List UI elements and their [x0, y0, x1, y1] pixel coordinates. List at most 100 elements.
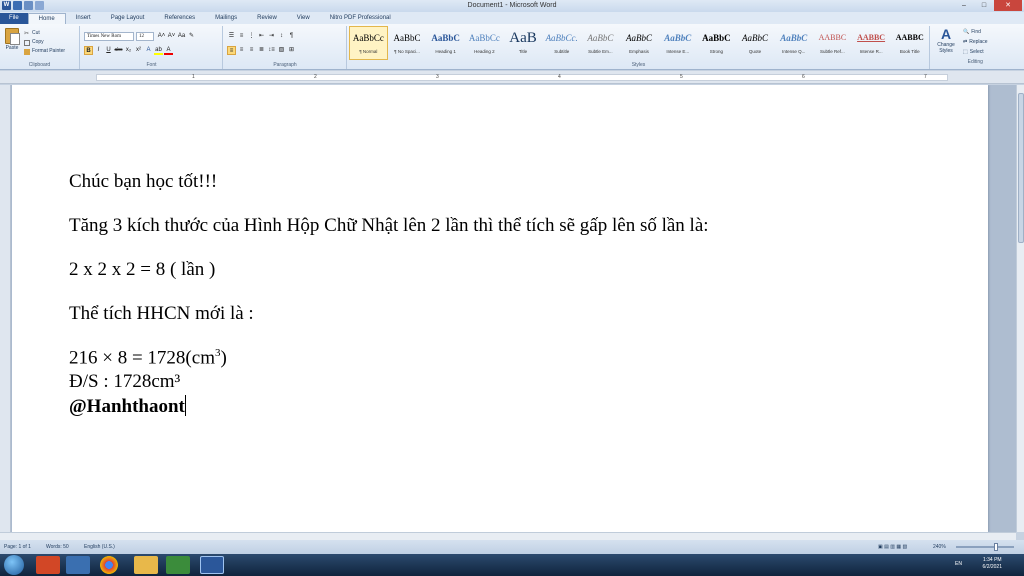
start-button[interactable]	[4, 555, 24, 575]
replace-icon: ⇄	[963, 39, 968, 45]
subscript-button[interactable]: x₂	[124, 46, 133, 55]
doc-line-calc[interactable]: 2 x 2 x 2 = 8 ( lần )	[69, 259, 215, 281]
font-size-box[interactable]: 12	[136, 32, 154, 41]
style-emphasis[interactable]: AaBbC Emphasis	[620, 26, 659, 60]
bold-button[interactable]: B	[84, 46, 93, 55]
tab-nitro-pdf[interactable]: Nitro PDF Professional	[320, 13, 401, 24]
font-color-icon[interactable]: A	[164, 46, 173, 55]
replace-button[interactable]: ⇄ Replace	[963, 37, 988, 47]
vertical-scrollbar[interactable]	[1016, 85, 1024, 532]
tab-mailings[interactable]: Mailings	[205, 13, 247, 24]
align-right-icon[interactable]: ≡	[247, 46, 256, 55]
maximize-button[interactable]: □	[974, 0, 994, 11]
chrome-taskbar-icon[interactable]	[100, 556, 118, 574]
format-painter-button[interactable]: Format Painter	[24, 47, 65, 56]
italic-button[interactable]: I	[94, 46, 103, 55]
paragraph-group: ☰ ≡ ⋮ ⇤ ⇥ ↕ ¶ ≡ ≡ ≡ ≣ ↕≡ ▧ ⊞ Paragraph	[224, 26, 347, 69]
cut-button[interactable]: ✂ Cut	[24, 29, 65, 38]
status-bar: Page: 1 of 1 Words: 50 English (U.S.) ▣ …	[0, 540, 1024, 554]
style-title[interactable]: AaB Title	[504, 26, 543, 60]
sort-icon[interactable]: ↕	[277, 32, 286, 41]
minimize-button[interactable]: –	[954, 0, 974, 11]
tab-insert[interactable]: Insert	[66, 13, 101, 24]
shading-icon[interactable]: ▧	[277, 46, 286, 55]
word-taskbar-icon[interactable]	[200, 556, 224, 574]
close-button[interactable]: ✕	[994, 0, 1022, 11]
bullets-icon[interactable]: ☰	[227, 32, 236, 41]
superscript-button[interactable]: x²	[134, 46, 143, 55]
tab-home[interactable]: Home	[27, 13, 66, 24]
explorer-taskbar-icon[interactable]	[134, 556, 158, 574]
horizontal-scrollbar[interactable]	[0, 532, 1016, 540]
paste-button[interactable]: Paste	[3, 28, 21, 56]
clear-format-icon[interactable]: ✎	[187, 32, 196, 41]
tab-page-layout[interactable]: Page Layout	[101, 13, 155, 24]
style-heading-1[interactable]: AaBbC Heading 1	[426, 26, 465, 60]
taskbar-clock[interactable]: 1:34 PM 6/2/2021	[983, 557, 1002, 571]
style-intense-emphasis[interactable]: AaBbC Intense E...	[658, 26, 697, 60]
select-button[interactable]: ⬚ Select	[963, 47, 988, 57]
text-effects-icon[interactable]: A	[144, 46, 153, 55]
language-tray[interactable]: EN	[955, 561, 962, 567]
doc-line-greeting[interactable]: Chúc bạn học tốt!!!	[69, 171, 217, 193]
document-area: Chúc bạn học tốt!!! Tăng 3 kích thước củ…	[0, 85, 1016, 532]
highlight-icon[interactable]: ab	[154, 46, 163, 55]
increase-indent-icon[interactable]: ⇥	[267, 32, 276, 41]
game-taskbar-icon[interactable]	[166, 556, 190, 574]
vertical-ruler[interactable]	[0, 85, 11, 532]
zoom-slider[interactable]	[956, 543, 1014, 551]
clipboard-icon	[5, 28, 20, 45]
show-marks-icon[interactable]: ¶	[287, 32, 296, 41]
document-page[interactable]: Chúc bạn học tốt!!! Tăng 3 kích thước củ…	[12, 85, 988, 532]
decrease-indent-icon[interactable]: ⇤	[257, 32, 266, 41]
style-no-spacing[interactable]: AaBbC ¶ No Spaci...	[388, 26, 427, 60]
zoom-slider-knob[interactable]	[994, 543, 998, 551]
style-subtle-reference[interactable]: AABBC Subtle Ref...	[813, 26, 852, 60]
align-center-icon[interactable]: ≡	[237, 46, 246, 55]
doc-line-signature[interactable]: @Hanhthaont	[69, 395, 186, 418]
strikethrough-button[interactable]: abc	[114, 46, 123, 55]
scrollbar-thumb[interactable]	[1018, 93, 1024, 243]
style-intense-reference[interactable]: AABBC Intense R...	[852, 26, 891, 60]
style-normal[interactable]: AaBbCc ¶ Normal	[349, 26, 388, 60]
multilevel-list-icon[interactable]: ⋮	[247, 32, 256, 41]
style-quote[interactable]: AaBbC Quote	[736, 26, 775, 60]
doc-line-volume-calc[interactable]: 216 × 8 = 1728(cm3)	[69, 347, 227, 369]
tab-view[interactable]: View	[287, 13, 320, 24]
tab-file[interactable]: File	[0, 13, 28, 24]
view-buttons[interactable]: ▣ ▤ ▥ ▦ ▧	[878, 544, 907, 550]
doc-line-problem[interactable]: Tăng 3 kích thước của Hình Hộp Chữ Nhật …	[69, 215, 709, 237]
doc-line-answer[interactable]: Đ/S : 1728cm³	[69, 371, 180, 393]
change-case-icon[interactable]: Aa	[177, 32, 186, 41]
style-subtitle[interactable]: AaBbCc. Subtitle	[542, 26, 581, 60]
style-book-title[interactable]: AABBC Book Title	[890, 26, 929, 60]
language-indicator[interactable]: English (U.S.)	[84, 544, 115, 550]
numbering-icon[interactable]: ≡	[237, 32, 246, 41]
style-heading-2[interactable]: AaBbCc Heading 2	[465, 26, 504, 60]
page-count[interactable]: Page: 1 of 1	[4, 544, 31, 550]
justify-icon[interactable]: ≣	[257, 46, 266, 55]
tab-review[interactable]: Review	[247, 13, 287, 24]
doc-line-volume-label[interactable]: Thể tích HHCN mới là :	[69, 303, 254, 325]
style-strong[interactable]: AaBbC Strong	[697, 26, 736, 60]
styles-gallery: AaBbCc ¶ Normal AaBbC ¶ No Spaci... AaBbC H…	[349, 26, 929, 62]
word-count[interactable]: Words: 50	[46, 544, 69, 550]
style-intense-quote[interactable]: AaBbC Intense Q...	[774, 26, 813, 60]
style-subtle-emphasis[interactable]: AaBbC Subtle Em...	[581, 26, 620, 60]
styles-label: Styles	[631, 62, 646, 68]
change-styles-button[interactable]: A Change Styles	[932, 26, 960, 62]
align-left-icon[interactable]: ≡	[227, 46, 236, 55]
tab-references[interactable]: References	[154, 13, 205, 24]
powerpoint-taskbar-icon[interactable]	[36, 556, 60, 574]
font-name-box[interactable]: Times New Rom	[84, 32, 134, 41]
media-taskbar-icon[interactable]	[66, 556, 90, 574]
find-button[interactable]: 🔍 Find	[963, 27, 988, 37]
line-spacing-icon[interactable]: ↕≡	[267, 46, 276, 55]
borders-icon[interactable]: ⊞	[287, 46, 296, 55]
horizontal-ruler[interactable]: 1 2 3 4 5 6 7	[0, 71, 1024, 84]
grow-font-icon[interactable]: A˄	[157, 32, 166, 41]
zoom-level[interactable]: 240%	[933, 544, 946, 550]
shrink-font-icon[interactable]: A˅	[167, 32, 176, 41]
underline-button[interactable]: U	[104, 46, 113, 55]
copy-button[interactable]: Copy	[24, 38, 65, 47]
